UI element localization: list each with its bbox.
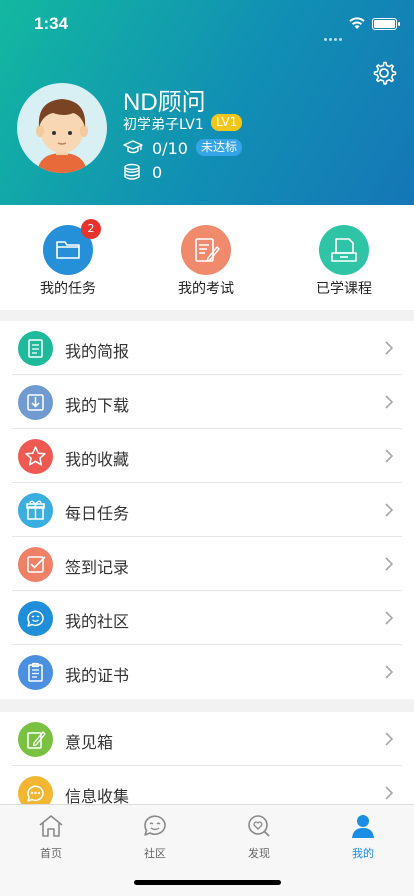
menu-item-my-certificates[interactable]: 我的证书 — [0, 645, 414, 699]
community-tab-icon — [144, 815, 166, 836]
chevron-right-icon — [385, 665, 394, 679]
my-tasks-button[interactable]: 2 我的任务 — [18, 219, 118, 298]
menu-group-primary: 我的简报 我的下载 我的收藏 每日任务 签到记录 我的社区 我的证书 — [0, 321, 414, 699]
tab-label: 发现 — [248, 847, 270, 860]
progress-value: 0/10 — [152, 139, 188, 158]
battery-icon — [372, 18, 400, 30]
tab-label: 社区 — [144, 847, 166, 860]
feedback-icon — [18, 722, 53, 757]
menu-item-label: 我的证书 — [65, 666, 130, 685]
tab-profile[interactable]: 我的 — [333, 813, 393, 861]
profile-header: 1:34 ND顾问 初学弟子LV1 LV1 0/10 未达标 0 — [0, 0, 414, 205]
menu-item-my-community[interactable]: 我的社区 — [0, 591, 414, 645]
avatar[interactable] — [17, 83, 107, 173]
menu-item-daily-tasks[interactable]: 每日任务 — [0, 483, 414, 537]
menu-item-my-downloads[interactable]: 我的下载 — [0, 375, 414, 429]
menu-item-my-favorites[interactable]: 我的收藏 — [0, 429, 414, 483]
menu-item-label: 我的下载 — [65, 396, 130, 415]
menu-item-label: 意见箱 — [65, 733, 114, 752]
chevron-right-icon — [385, 786, 394, 800]
completed-courses-button[interactable]: 已学课程 — [294, 225, 394, 298]
status-bar: 1:34 — [0, 0, 414, 48]
home-icon — [39, 815, 63, 837]
checkin-icon — [18, 547, 53, 582]
chevron-right-icon — [385, 503, 394, 517]
quick-action-label: 已学课程 — [316, 281, 372, 297]
username: ND顾问 — [123, 89, 206, 116]
tab-label: 首页 — [40, 847, 62, 860]
tab-discover[interactable]: 发现 — [229, 813, 289, 861]
coins-icon — [124, 163, 140, 180]
community-icon — [18, 601, 53, 636]
avatar-illustration — [36, 99, 88, 173]
menu-item-my-briefing[interactable]: 我的简报 — [0, 321, 414, 375]
quick-action-label: 我的任务 — [40, 281, 96, 297]
tab-community[interactable]: 社区 — [125, 813, 185, 861]
exam-icon — [181, 225, 231, 275]
menu-item-label: 我的简报 — [65, 342, 130, 361]
discover-icon — [248, 815, 270, 837]
level-badge: LV1 — [211, 114, 243, 131]
menu-item-feedback-box[interactable]: 意见箱 — [0, 712, 414, 766]
home-indicator[interactable] — [134, 880, 281, 885]
quick-action-label: 我的考试 — [178, 281, 234, 297]
chevron-right-icon — [385, 341, 394, 355]
tab-home[interactable]: 首页 — [21, 813, 81, 861]
level-text: 初学弟子LV1 — [123, 117, 204, 133]
chevron-right-icon — [385, 732, 394, 746]
task-count-badge: 2 — [81, 219, 101, 239]
course-icon — [319, 225, 369, 275]
status-time: 1:34 — [34, 14, 69, 33]
tab-label: 我的 — [352, 847, 374, 860]
chevron-right-icon — [385, 395, 394, 409]
chevron-right-icon — [385, 449, 394, 463]
star-icon — [18, 439, 53, 474]
menu-item-label: 我的社区 — [65, 612, 130, 631]
menu-item-label: 签到记录 — [65, 558, 130, 577]
my-exams-button[interactable]: 我的考试 — [156, 225, 256, 298]
chevron-right-icon — [385, 611, 394, 625]
coins-value: 0 — [152, 163, 163, 182]
folder-icon: 2 — [43, 219, 101, 275]
wifi-icon — [349, 17, 365, 29]
quick-actions: 2 我的任务 我的考试 已学课程 — [0, 205, 414, 310]
menu-item-checkin-records[interactable]: 签到记录 — [0, 537, 414, 591]
menu-item-label: 每日任务 — [65, 504, 130, 523]
graduation-cap-icon — [123, 140, 143, 154]
profile-icon — [352, 815, 374, 838]
settings-gear-icon[interactable] — [371, 60, 397, 86]
certificate-icon — [18, 655, 53, 690]
gift-icon — [18, 493, 53, 528]
report-icon — [18, 331, 53, 366]
signal-icon — [324, 26, 344, 45]
menu-item-label: 我的收藏 — [65, 450, 130, 469]
download-icon — [18, 385, 53, 420]
chevron-right-icon — [385, 557, 394, 571]
progress-status-badge: 未达标 — [196, 139, 243, 156]
